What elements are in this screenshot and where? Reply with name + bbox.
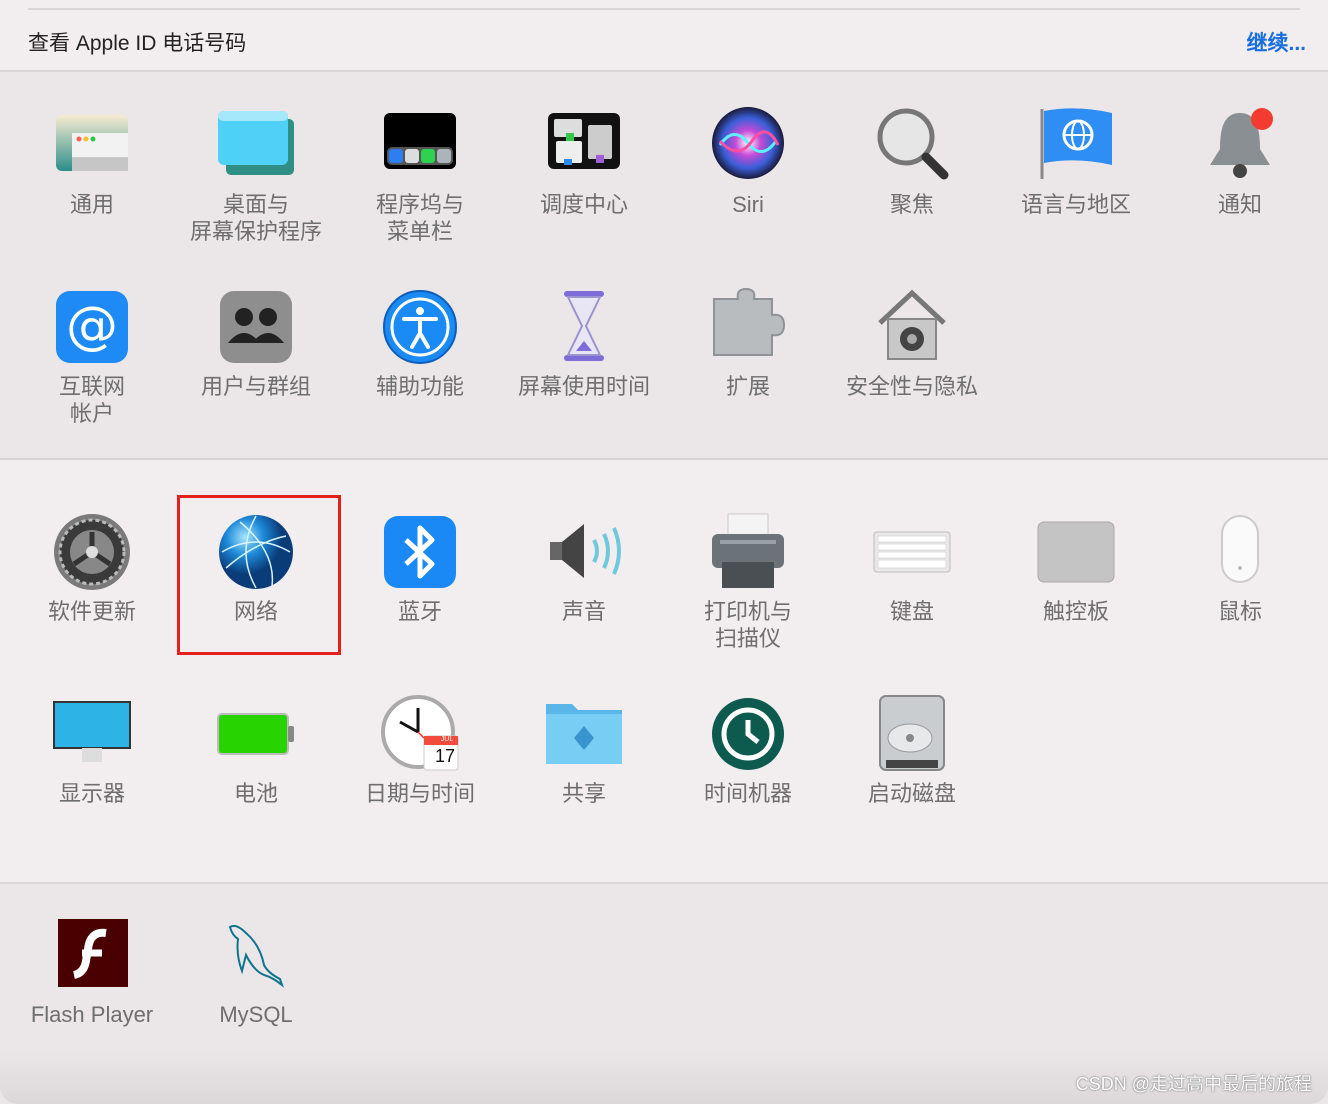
bluetooth-icon [380, 512, 460, 592]
pref-pane-siri[interactable]: Siri [666, 105, 830, 218]
pref-pane-label: 启动磁盘 [867, 781, 956, 806]
pref-pane-startup-disk[interactable]: 启动磁盘 [830, 694, 994, 807]
keyboard-icon [872, 512, 952, 592]
flash-icon [52, 915, 132, 995]
house-lock-icon [872, 287, 952, 367]
pref-pane-label: 共享 [561, 781, 606, 806]
pref-pane-dock-menubar[interactable]: 程序坞与 菜单栏 [338, 105, 502, 245]
pref-pane-label: 扩展 [725, 374, 770, 399]
trackpad-icon [1036, 512, 1116, 592]
clock-calendar-icon: JUL 17 [380, 694, 460, 774]
pref-pane-label: 软件更新 [47, 599, 136, 624]
pref-pane-label: 时间机器 [703, 781, 792, 806]
pref-pane-mysql[interactable]: MySQL [174, 915, 338, 1028]
pref-pane-mouse[interactable]: 鼠标 [1158, 512, 1322, 625]
pref-pane-label: 语言与地区 [1020, 192, 1131, 217]
pref-pane-screen-time[interactable]: 屏幕使用时间 [502, 287, 666, 400]
pref-pane-flash-player[interactable]: Flash Player [10, 915, 174, 1028]
pref-pane-date-time[interactable]: JUL 17 日期与时间 [338, 694, 502, 807]
pref-pane-label: 安全性与隐私 [845, 374, 978, 399]
pref-pane-label: 桌面与 屏幕保护程序 [189, 192, 322, 244]
general-icon [52, 105, 132, 185]
pref-pane-label: 网络 [233, 599, 278, 624]
pref-pane-software-update[interactable]: 软件更新 [10, 512, 174, 625]
hourglass-icon [544, 287, 624, 367]
spotlight-icon [872, 105, 952, 185]
speaker-icon [544, 512, 624, 592]
calendar-day: 17 [434, 746, 456, 766]
flag-globe-icon [1036, 105, 1116, 185]
pref-pane-accessibility[interactable]: 辅助功能 [338, 287, 502, 400]
pref-pane-security-privacy[interactable]: 安全性与隐私 [830, 287, 994, 400]
pref-pane-label: 调度中心 [539, 192, 628, 217]
pref-pane-label: 程序坞与 菜单栏 [375, 192, 464, 244]
battery-icon [216, 694, 296, 774]
time-machine-icon [708, 694, 788, 774]
divider [28, 8, 1300, 10]
pref-pane-mission-control[interactable]: 调度中心 [502, 105, 666, 218]
network-globe-icon [216, 512, 296, 592]
printer-icon [708, 512, 788, 592]
pref-pane-internet-accounts[interactable]: @ 互联网 帐户 [10, 287, 174, 427]
pref-pane-label: 显示器 [58, 781, 125, 806]
pref-pane-label: Siri [732, 192, 764, 217]
folder-share-icon [544, 694, 624, 774]
mission-control-icon [544, 105, 624, 185]
pref-pane-spotlight[interactable]: 聚焦 [830, 105, 994, 218]
users-icon [216, 287, 296, 367]
at-icon: @ [52, 287, 132, 367]
pref-pane-notifications[interactable]: 通知 [1158, 105, 1322, 218]
pref-pane-keyboard[interactable]: 键盘 [830, 512, 994, 625]
apple-id-banner: 查看 Apple ID 电话号码 继续... [0, 0, 1328, 72]
pref-pane-label: 蓝牙 [397, 599, 442, 624]
desktop-icon [216, 105, 296, 185]
pref-pane-label: 辅助功能 [375, 374, 464, 399]
pref-pane-network[interactable]: 网络 [174, 512, 338, 625]
continue-link[interactable]: 继续... [1246, 27, 1306, 57]
pref-pane-desktop-screensaver[interactable]: 桌面与 屏幕保护程序 [174, 105, 338, 245]
pref-pane-bluetooth[interactable]: 蓝牙 [338, 512, 502, 625]
dock-icon [380, 105, 460, 185]
pref-pane-label: 触控板 [1042, 599, 1109, 624]
pref-pane-sound[interactable]: 声音 [502, 512, 666, 625]
pref-pane-label: 互联网 帐户 [58, 374, 125, 426]
pref-pane-time-machine[interactable]: 时间机器 [666, 694, 830, 807]
hard-disk-icon [872, 694, 952, 774]
pref-pane-battery[interactable]: 电池 [174, 694, 338, 807]
pref-pane-label: 通知 [1217, 192, 1262, 217]
gear-icon [52, 512, 132, 592]
calendar-month: JUL [440, 736, 454, 743]
bell-icon [1200, 105, 1280, 185]
pref-pane-language-region[interactable]: 语言与地区 [994, 105, 1158, 218]
apple-id-text: 查看 Apple ID 电话号码 [28, 32, 247, 55]
pref-pane-label: MySQL [219, 1002, 293, 1027]
pref-pane-displays[interactable]: 显示器 [10, 694, 174, 807]
pref-pane-label: 声音 [561, 599, 606, 624]
pref-pane-label: 打印机与 扫描仪 [703, 599, 792, 651]
pref-pane-label: 用户与群组 [200, 374, 311, 399]
pref-pane-label: 通用 [69, 192, 114, 217]
pref-pane-label: 聚焦 [889, 192, 934, 217]
pref-pane-label: 屏幕使用时间 [517, 374, 650, 399]
pref-pane-label: Flash Player [30, 1002, 154, 1027]
pref-pane-general[interactable]: 通用 [10, 105, 174, 218]
puzzle-icon [708, 287, 788, 367]
siri-icon [708, 105, 788, 185]
dolphin-icon [216, 915, 296, 995]
pref-pane-label: 电池 [233, 781, 278, 806]
display-icon [52, 694, 132, 774]
watermark: CSDN @走过高中最后的旅程 [1075, 1074, 1312, 1094]
pref-pane-label: 键盘 [889, 599, 934, 624]
mouse-icon [1200, 512, 1280, 592]
pref-pane-printers-scanners[interactable]: 打印机与 扫描仪 [666, 512, 830, 652]
pref-pane-extensions[interactable]: 扩展 [666, 287, 830, 400]
pref-pane-label: 日期与时间 [364, 781, 475, 806]
svg-text:@: @ [66, 296, 118, 356]
pref-pane-users-groups[interactable]: 用户与群组 [174, 287, 338, 400]
pref-pane-sharing[interactable]: 共享 [502, 694, 666, 807]
pref-pane-label: 鼠标 [1217, 599, 1262, 624]
pref-pane-trackpad[interactable]: 触控板 [994, 512, 1158, 625]
accessibility-icon [380, 287, 460, 367]
